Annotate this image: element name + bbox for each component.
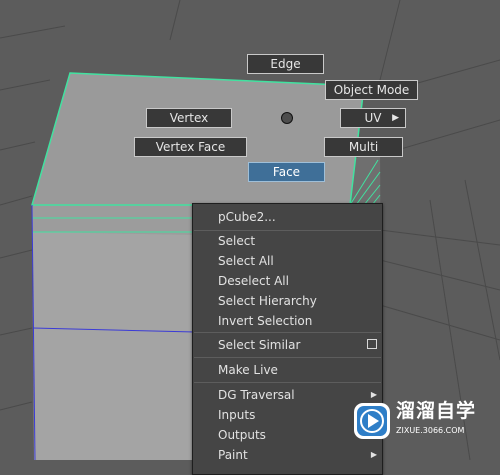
menu-item-deselect-all[interactable]: Deselect All [193, 271, 382, 291]
vertex-face-button[interactable]: Vertex Face [134, 137, 247, 157]
menu-item-label: DG Traversal [218, 388, 295, 402]
menu-divider [194, 357, 381, 358]
submenu-arrow-icon: ▶ [392, 113, 399, 123]
uv-label: UV [364, 111, 382, 125]
face-button[interactable]: Face [248, 162, 325, 182]
menu-title[interactable]: pCube2... [193, 207, 382, 227]
cube-front-face [32, 215, 195, 460]
watermark: 溜溜自学 ZIXUE.3066.COM [352, 392, 475, 450]
menu-item-select-hierarchy[interactable]: Select Hierarchy [193, 291, 382, 311]
edge-button[interactable]: Edge [247, 54, 324, 74]
marking-menu-center [281, 112, 293, 124]
menu-item-make-live[interactable]: Make Live [193, 360, 382, 380]
menu-item-invert-selection[interactable]: Invert Selection [193, 311, 382, 331]
cube-front-strip [32, 205, 195, 235]
menu-item-label: Select Similar [218, 338, 301, 352]
menu-divider [194, 382, 381, 383]
object-mode-button[interactable]: Object Mode [325, 80, 418, 100]
uv-button[interactable]: UV ▶ [340, 108, 406, 128]
watermark-title: 溜溜自学 [396, 400, 477, 422]
menu-divider [194, 332, 381, 333]
menu-item-select-similar[interactable]: Select Similar [193, 335, 382, 355]
play-icon [354, 403, 390, 439]
menu-item-select-all[interactable]: Select All [193, 251, 382, 271]
vertex-button[interactable]: Vertex [146, 108, 232, 128]
option-box-icon[interactable] [367, 339, 377, 349]
multi-button[interactable]: Multi [324, 137, 403, 157]
watermark-url: ZIXUE.3066.COM [396, 426, 465, 435]
menu-item-select[interactable]: Select [193, 231, 382, 251]
